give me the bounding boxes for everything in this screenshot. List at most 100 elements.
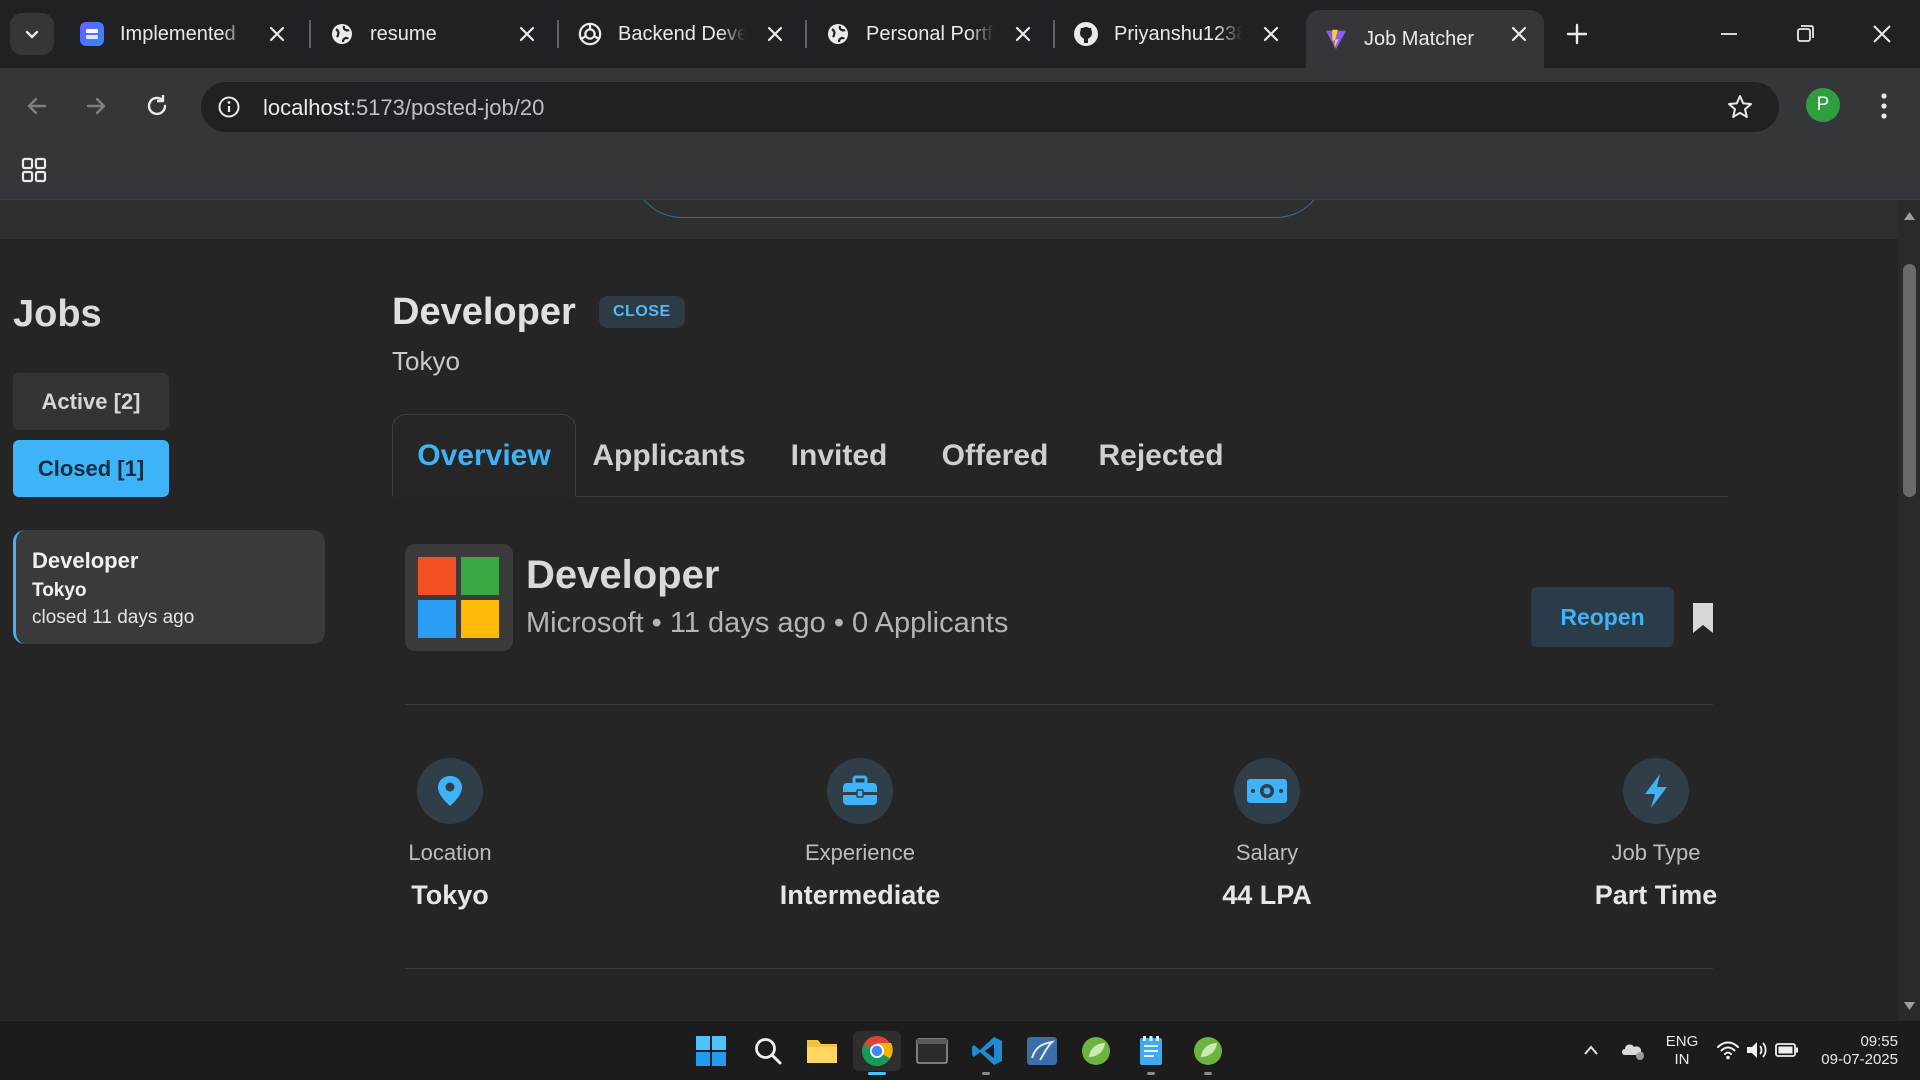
- page-scrollbar[interactable]: [1898, 200, 1920, 1020]
- tab-separator: [309, 20, 311, 48]
- location-pin-icon: [417, 758, 483, 824]
- tab-title: Priyanshu1238: [1114, 22, 1242, 45]
- tab-separator: [557, 20, 559, 48]
- detail-value: Tokyo: [411, 880, 489, 910]
- browser-tab-github[interactable]: Priyanshu1238: [1056, 12, 1296, 56]
- page-content: Jobs Active [2] Closed [1] Developer Tok…: [0, 200, 1898, 1020]
- briefcase-icon: [827, 758, 893, 824]
- status-badge: CLOSE: [599, 296, 685, 328]
- running-app-indicator: [982, 1072, 990, 1075]
- close-icon[interactable]: [1012, 23, 1034, 45]
- detail-label: Job Type: [1611, 840, 1701, 865]
- apps-grid-icon[interactable]: [20, 156, 48, 184]
- site-info-icon[interactable]: [217, 95, 241, 119]
- section-divider: [405, 704, 1713, 705]
- logo-square-blue: [418, 600, 456, 638]
- tab-overview[interactable]: Overview: [392, 414, 576, 497]
- globe-icon: [330, 22, 354, 46]
- chevron-up-icon[interactable]: [1582, 1043, 1600, 1057]
- address-bar[interactable]: localhost:5173/posted-job/20: [201, 82, 1779, 132]
- browser-tab-implemented[interactable]: Implemented: [62, 12, 302, 56]
- close-icon[interactable]: [266, 23, 288, 45]
- language-indicator[interactable]: ENG IN: [1664, 1033, 1700, 1069]
- clock[interactable]: 09:55 09-07-2025: [1810, 1033, 1906, 1069]
- page-header-strip: [0, 200, 1898, 239]
- spring-tool-icon[interactable]: [1076, 1031, 1116, 1071]
- github-icon: [1074, 22, 1098, 46]
- close-icon[interactable]: [516, 23, 538, 45]
- close-icon[interactable]: [1508, 23, 1530, 45]
- money-icon: [1234, 758, 1300, 824]
- region-code: IN: [1674, 1051, 1690, 1068]
- new-tab-plus-icon[interactable]: [1561, 18, 1593, 50]
- onedrive-icon[interactable]: [1620, 1038, 1646, 1062]
- close-window-icon[interactable]: [1864, 16, 1900, 52]
- arrow-left-icon: [27, 97, 47, 115]
- battery-icon[interactable]: [1775, 1041, 1799, 1059]
- logo-square-yellow: [461, 600, 499, 638]
- close-icon[interactable]: [764, 23, 786, 45]
- tab-rejected[interactable]: Rejected: [1096, 414, 1226, 497]
- file-explorer-icon[interactable]: [802, 1031, 842, 1071]
- profile-avatar[interactable]: P: [1806, 88, 1840, 122]
- bookmark-icon[interactable]: [1691, 602, 1715, 634]
- closed-jobs-filter-button[interactable]: Closed [1]: [13, 440, 169, 497]
- tab-separator: [1053, 20, 1055, 48]
- browser-tab-personal-portfolio[interactable]: Personal Portfo: [808, 12, 1048, 56]
- active-app-indicator: [868, 1072, 886, 1075]
- browser-tab-strip: Implemented resume Backend Devel Persona…: [0, 0, 1920, 68]
- url-host: localhost: [263, 95, 350, 120]
- language-code: ENG: [1665, 1033, 1699, 1050]
- job-list-item-location: Tokyo: [32, 580, 87, 601]
- company-logo: [405, 544, 513, 651]
- chevron-down-icon: [25, 30, 39, 39]
- tab-offered[interactable]: Offered: [938, 414, 1052, 497]
- forward-button[interactable]: [76, 86, 116, 126]
- search-icon[interactable]: [748, 1031, 788, 1071]
- job-card-title: Developer: [526, 553, 720, 597]
- tab-invited[interactable]: Invited: [784, 414, 894, 497]
- wifi-icon[interactable]: [1716, 1039, 1740, 1061]
- vscode-icon[interactable]: [967, 1031, 1007, 1071]
- job-tabs: Overview Applicants Invited Offered Reje…: [392, 414, 1728, 497]
- scrollbar-thumb[interactable]: [1903, 264, 1916, 497]
- back-button[interactable]: [17, 86, 57, 126]
- tab-applicants[interactable]: Applicants: [592, 414, 745, 497]
- lightning-icon: [1623, 758, 1689, 824]
- tab-title: Personal Portfo: [866, 22, 994, 45]
- browser-tab-resume[interactable]: resume: [312, 12, 552, 56]
- url-text: localhost:5173/posted-job/20: [263, 95, 544, 121]
- reopen-button[interactable]: Reopen: [1531, 587, 1674, 647]
- browser-tab-job-matcher[interactable]: Job Matcher: [1306, 10, 1544, 68]
- volume-icon[interactable]: [1745, 1039, 1769, 1061]
- detail-location: Location Tokyo: [340, 758, 560, 911]
- detail-label: Location: [408, 840, 492, 865]
- star-icon[interactable]: [1726, 93, 1754, 121]
- active-jobs-filter-button[interactable]: Active [2]: [13, 373, 169, 430]
- close-icon[interactable]: [1260, 23, 1282, 45]
- chrome-icon[interactable]: [853, 1031, 901, 1071]
- header-search-pill[interactable]: [632, 200, 1326, 218]
- url-path: :5173/posted-job/20: [349, 95, 545, 120]
- more-menu-icon[interactable]: [1872, 90, 1896, 122]
- detail-value: 44 LPA: [1222, 880, 1312, 910]
- page-title: Developer: [392, 291, 576, 333]
- tab-search-button[interactable]: [10, 13, 54, 55]
- database-tool-icon[interactable]: [1022, 1031, 1062, 1071]
- job-list-item-status: closed 11 days ago: [32, 607, 195, 628]
- detail-job-type: Job Type Part Time: [1546, 758, 1766, 911]
- terminal-icon[interactable]: [912, 1031, 952, 1071]
- windows-start-icon[interactable]: [691, 1031, 731, 1071]
- scroll-up-arrow-icon[interactable]: [1903, 210, 1916, 222]
- detail-value: Intermediate: [779, 880, 941, 910]
- job-list-item[interactable]: Developer Tokyo closed 11 days ago: [13, 530, 325, 644]
- notepad-icon[interactable]: [1131, 1031, 1171, 1071]
- reload-button[interactable]: [137, 86, 177, 126]
- sidebar-title: Jobs: [13, 293, 102, 335]
- vite-icon: [1324, 27, 1348, 51]
- minimize-icon[interactable]: [1711, 16, 1747, 52]
- spring-tool-icon[interactable]: [1188, 1031, 1228, 1071]
- browser-tab-backend-devel[interactable]: Backend Devel: [560, 12, 800, 56]
- scroll-down-arrow-icon[interactable]: [1903, 1000, 1916, 1012]
- restore-icon[interactable]: [1787, 16, 1823, 52]
